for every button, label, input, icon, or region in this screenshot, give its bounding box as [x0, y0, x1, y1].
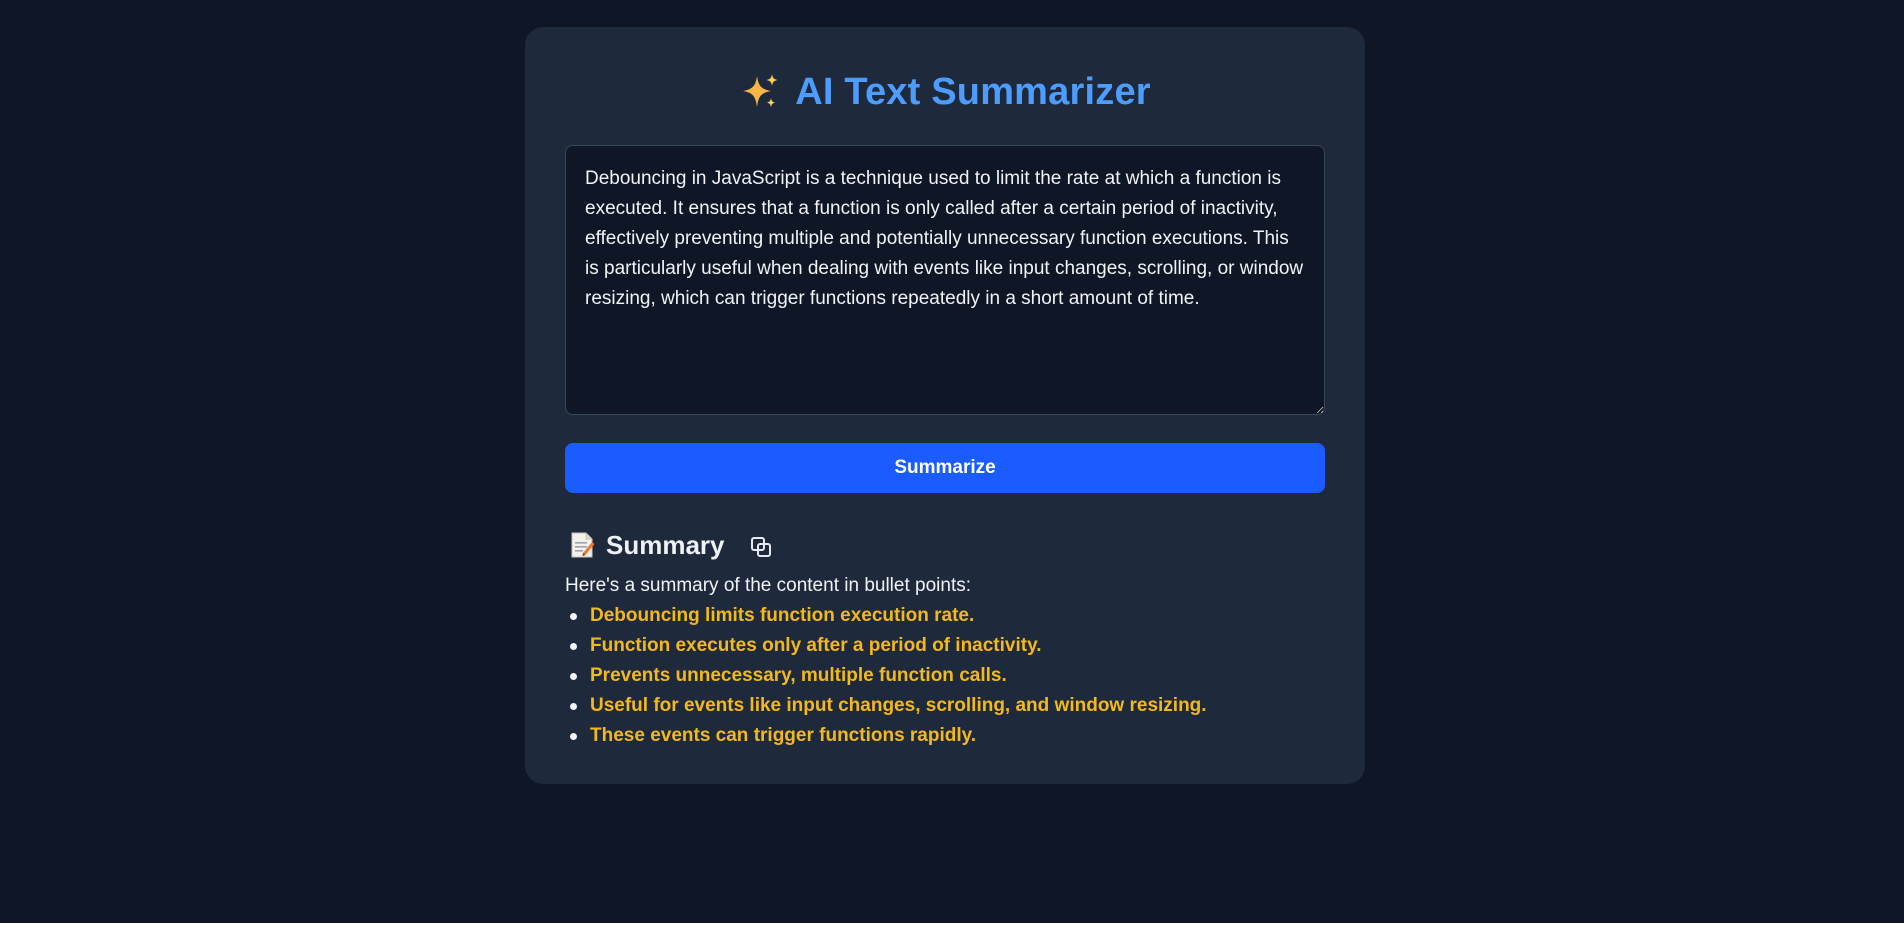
list-item: These events can trigger functions rapid… [565, 721, 1325, 751]
page-title: AI Text Summarizer [795, 70, 1151, 113]
summarizer-card: AI Text Summarizer Debouncing in JavaScr… [525, 27, 1365, 784]
text-input[interactable]: Debouncing in JavaScript is a technique … [565, 145, 1325, 415]
summary-bullet-list: Debouncing limits function execution rat… [565, 601, 1325, 751]
summary-intro: Here's a summary of the content in bulle… [565, 575, 971, 596]
document-icon [571, 532, 595, 558]
bullet-dot [570, 703, 577, 710]
summary-heading: Summary [606, 529, 725, 560]
list-item: Useful for events like input changes, sc… [565, 691, 1325, 721]
bullet-dot [570, 643, 577, 650]
bullet-dot [570, 613, 577, 620]
list-item: Debouncing limits function execution rat… [565, 601, 1325, 631]
summarize-button[interactable]: Summarize [565, 443, 1325, 493]
sparkles-icon [743, 74, 778, 108]
bullet-dot [570, 673, 577, 680]
bullet-dot [570, 733, 577, 740]
app-header: AI Text Summarizer [565, 67, 1325, 117]
summary-header: Summary [565, 527, 1325, 563]
list-item: Function executes only after a period of… [565, 631, 1325, 661]
copy-icon[interactable] [747, 533, 775, 561]
list-item: Prevents unnecessary, multiple function … [565, 661, 1325, 691]
